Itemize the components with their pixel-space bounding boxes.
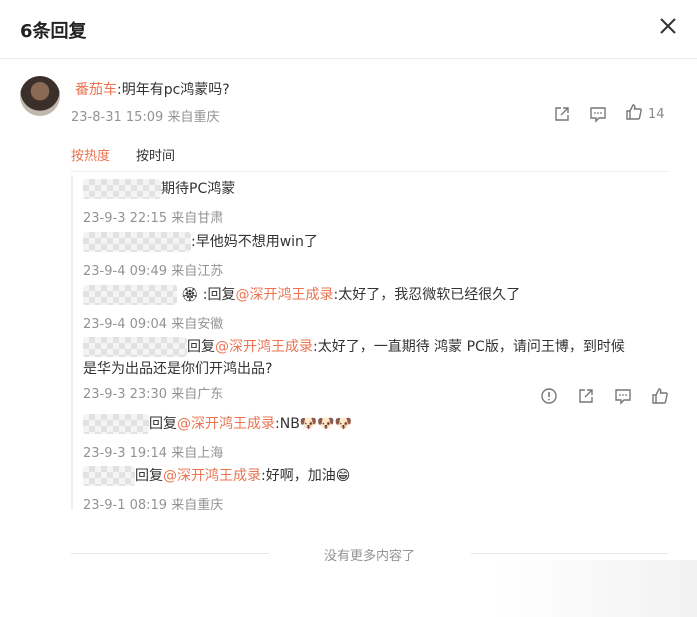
reply-list: 期待PC鸿蒙 23-9-3 22:15 来自甘肃 :早他妈不想用win了 23-…: [71, 175, 673, 513]
author-name[interactable]: 番茄车: [75, 82, 117, 98]
reply-prefix: 回复: [187, 339, 215, 355]
reply-text: :早他妈不想用win了: [191, 234, 318, 250]
reply-prefix: 回复: [135, 468, 163, 484]
comment-icon[interactable]: [614, 387, 632, 405]
reply-location: 来自上海: [171, 446, 224, 461]
mention-link[interactable]: @深开鸿王成录: [163, 468, 261, 484]
doge-emoji-icon: 🐶🐶🐶: [299, 416, 353, 432]
reply-time: 23-9-3 23:30: [83, 387, 168, 402]
close-icon[interactable]: [657, 15, 679, 37]
reply-location: 来自江苏: [171, 264, 224, 279]
reply-location: 来自安徽: [171, 317, 224, 332]
main-comment-time: 23-8-31 15:09: [71, 110, 164, 125]
blurred-username: [83, 466, 135, 486]
reply-text: :好啊，加油: [261, 468, 336, 484]
comment-icon[interactable]: [589, 105, 607, 123]
dialog-title: 6条回复: [20, 21, 87, 42]
reply-meta: 23-9-4 09:49 来自江苏: [83, 260, 671, 279]
blurred-username: [83, 232, 191, 252]
sort-tabs: 按热度 按时间: [71, 145, 668, 172]
dialog-header: 6条回复: [0, 0, 697, 59]
reply-item: 回复@深开鸿王成录:NB🐶🐶🐶 23-9-3 19:14 来自上海: [83, 413, 671, 461]
reply-item: :早他妈不想用win了 23-9-4 09:49 来自江苏: [83, 231, 671, 279]
reply-time: 23-9-1 08:19: [83, 498, 168, 513]
tab-hot[interactable]: 按热度: [71, 145, 110, 164]
like-button[interactable]: 14: [625, 103, 665, 125]
reply-meta: 23-9-4 09:04 来自安徽: [83, 313, 671, 332]
reply-item: 回复@深开鸿王成录:好啊，加油😁 23-9-1 08:19 来自重庆: [83, 465, 671, 513]
reply-text: :太好了，我忍微软已经很久了: [333, 287, 521, 303]
reply-text: :NB: [275, 416, 300, 432]
share-icon[interactable]: [553, 105, 571, 123]
main-comment-text: 番茄车:明年有pc鸿蒙吗?: [75, 79, 230, 99]
reply-meta: 23-9-3 19:14 来自上海: [83, 442, 671, 461]
blurred-username: [83, 285, 177, 305]
blurred-username: [83, 414, 149, 434]
reply-time: 23-9-3 22:15: [83, 211, 168, 226]
mention-link[interactable]: @深开鸿王成录: [236, 287, 334, 303]
avatar[interactable]: [20, 76, 60, 116]
reply-location: 来自广东: [171, 387, 224, 402]
main-comment-actions: 14: [553, 104, 665, 124]
main-comment-location: 来自重庆: [167, 110, 220, 125]
reply-text: :太好了，一直期待 鸿蒙 PC版，请问王博，到时候: [313, 339, 625, 355]
like-count: 14: [648, 106, 665, 122]
reply-item: 期待PC鸿蒙 23-9-3 22:15 来自甘肃: [83, 178, 671, 226]
share-icon[interactable]: [577, 387, 595, 405]
grin-emoji-icon: 😁: [335, 468, 351, 484]
mention-link[interactable]: @深开鸿王成录: [215, 339, 313, 355]
main-comment-meta: 23-8-31 15:09 来自重庆: [71, 106, 220, 125]
tab-time[interactable]: 按时间: [136, 145, 175, 164]
blurred-username: [83, 179, 161, 199]
reply-meta: 23-9-1 08:19 来自重庆: [83, 494, 671, 513]
like-icon: [625, 103, 643, 125]
reply-actions: [540, 387, 669, 405]
reply-location: 来自甘肃: [171, 211, 224, 226]
mention-link[interactable]: @深开鸿王成录: [177, 416, 275, 432]
blurred-username: [83, 337, 187, 357]
reply-meta: 23-9-3 22:15 来自甘肃: [83, 207, 671, 226]
reply-location: 来自重庆: [171, 498, 224, 513]
reply-time: 23-9-4 09:04: [83, 317, 168, 332]
reply-time: 23-9-3 19:14: [83, 446, 168, 461]
reply-time: 23-9-4 09:49: [83, 264, 168, 279]
badge-icon: 🏵: [181, 287, 199, 303]
reply-text: 期待PC鸿蒙: [161, 181, 236, 197]
reply-prefix: 回复: [149, 416, 177, 432]
bottom-fade: [497, 560, 697, 617]
reply-item: 🏵:回复@深开鸿王成录:太好了，我忍微软已经很久了 23-9-4 09:04 来…: [83, 284, 671, 332]
reply-text-continued: 是华为出品还是你们开鸿出品?: [83, 361, 273, 377]
like-icon[interactable]: [651, 387, 669, 405]
report-icon[interactable]: [540, 387, 558, 405]
main-comment-body: :明年有pc鸿蒙吗?: [117, 82, 230, 98]
reply-prefix: :回复: [202, 287, 236, 303]
